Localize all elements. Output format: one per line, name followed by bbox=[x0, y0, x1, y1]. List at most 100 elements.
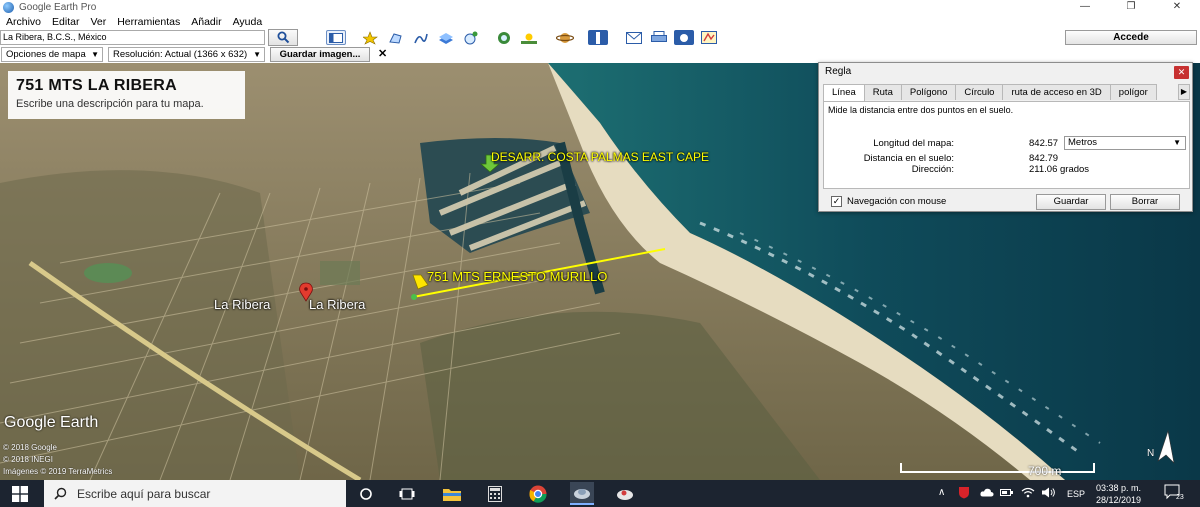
close-ruler-button[interactable]: ✕ bbox=[1174, 66, 1189, 79]
taskbar-search-box[interactable]: Escribe aquí para buscar bbox=[44, 480, 346, 507]
ruler-tabs: Línea Ruta Polígono Círculo ruta de acce… bbox=[823, 84, 1190, 101]
menu-bar: Archivo Editar Ver Herramientas Añadir A… bbox=[0, 14, 1200, 29]
chevron-down-icon: ▼ bbox=[253, 50, 261, 59]
ground-distance-value: 842.79 bbox=[1029, 153, 1059, 164]
tab-3d-polygon[interactable]: polígor bbox=[1109, 84, 1157, 100]
town-label[interactable]: La Ribera bbox=[214, 297, 270, 312]
menu-ayuda[interactable]: Ayuda bbox=[233, 16, 263, 28]
power-icon[interactable] bbox=[1000, 487, 1014, 500]
search-button[interactable] bbox=[268, 29, 298, 46]
ruler-icon[interactable] bbox=[588, 30, 608, 45]
options-bar: Opciones de mapa ▼ Resolución: Actual (1… bbox=[0, 46, 1200, 63]
copyright-credit: Imágenes © 2019 TerraMetrics bbox=[3, 467, 113, 476]
ruler-dialog: Regla ✕ Línea Ruta Polígono Círculo ruta… bbox=[818, 62, 1193, 212]
checkmark-icon[interactable]: ✓ bbox=[831, 196, 842, 207]
chrome-icon[interactable] bbox=[528, 484, 548, 503]
earth-app-icon[interactable] bbox=[615, 484, 635, 503]
map-options-label: Opciones de mapa bbox=[6, 49, 86, 60]
unit-dropdown[interactable]: Metros ▼ bbox=[1064, 136, 1186, 150]
add-path-icon[interactable] bbox=[411, 30, 431, 45]
planets-icon[interactable] bbox=[555, 30, 575, 45]
ruler-line-panel: Mide la distancia entre dos puntos en el… bbox=[823, 101, 1190, 189]
tab-circle[interactable]: Círculo bbox=[955, 84, 1004, 100]
sidebar-toggle-icon[interactable] bbox=[326, 30, 346, 45]
toolbar: La Ribera, B.C.S., México Accede bbox=[0, 29, 1200, 46]
tab-line[interactable]: Línea bbox=[823, 84, 865, 101]
file-explorer-icon[interactable] bbox=[442, 484, 462, 503]
map-title-panel: 751 MTS LA RIBERA Escribe una descripció… bbox=[8, 71, 245, 119]
mouse-navigation-label: Navegación con mouse bbox=[847, 196, 947, 207]
search-input[interactable]: La Ribera, B.C.S., México bbox=[0, 30, 265, 45]
menu-editar[interactable]: Editar bbox=[52, 16, 79, 28]
title-bar: Google Earth Pro — ❐ ✕ bbox=[0, 0, 1200, 14]
map-options-dropdown[interactable]: Opciones de mapa ▼ bbox=[1, 47, 103, 62]
cortana-icon[interactable] bbox=[356, 484, 376, 503]
mouse-navigation-checkbox[interactable]: ✓ Navegación con mouse bbox=[831, 196, 946, 207]
google-earth-taskbar-icon[interactable] bbox=[570, 482, 594, 505]
menu-anadir[interactable]: Añadir bbox=[191, 16, 221, 28]
chevron-up-icon[interactable]: ∧ bbox=[938, 487, 945, 498]
compass-label: N bbox=[1147, 448, 1155, 459]
placemark-label-ernesto-murillo[interactable]: 751 MTS ERNESTO MURILLO bbox=[427, 269, 607, 284]
add-overlay-icon[interactable] bbox=[436, 30, 456, 45]
chevron-down-icon: ▼ bbox=[91, 50, 99, 59]
close-save-image-icon[interactable]: ✕ bbox=[378, 47, 387, 60]
menu-archivo[interactable]: Archivo bbox=[6, 16, 41, 28]
clock-date[interactable]: 28/12/2019 bbox=[1096, 495, 1141, 505]
add-placemark-icon[interactable] bbox=[361, 30, 381, 45]
map-description: Escribe una descripción para tu mapa. bbox=[16, 98, 204, 110]
resolution-label: Resolución: Actual (1366 x 632) bbox=[113, 49, 248, 60]
print-icon[interactable] bbox=[649, 30, 669, 45]
chevron-down-icon: ▼ bbox=[1173, 138, 1181, 147]
cloud-icon[interactable] bbox=[980, 488, 994, 499]
scale-bar: 700 m bbox=[900, 463, 1200, 480]
task-view-icon[interactable] bbox=[397, 484, 417, 503]
sunlight-icon[interactable] bbox=[519, 30, 539, 45]
save-image-icon[interactable] bbox=[674, 30, 694, 45]
tab-polygon[interactable]: Polígono bbox=[900, 84, 957, 100]
minimize-button[interactable]: — bbox=[1062, 0, 1108, 14]
save-image-button[interactable]: Guardar imagen... bbox=[270, 47, 370, 62]
close-window-button[interactable]: ✕ bbox=[1154, 0, 1200, 14]
record-tour-icon[interactable] bbox=[461, 30, 481, 45]
google-earth-logo: Google Earth bbox=[4, 414, 99, 431]
view-in-maps-icon[interactable] bbox=[699, 30, 719, 45]
clock-time[interactable]: 03:38 p. m. bbox=[1096, 483, 1141, 493]
wifi-icon[interactable] bbox=[1021, 487, 1035, 500]
historical-imagery-icon[interactable] bbox=[494, 30, 514, 45]
map-title: 751 MTS LA RIBERA bbox=[16, 77, 177, 94]
email-icon[interactable] bbox=[624, 30, 644, 45]
sign-in-button[interactable]: Accede bbox=[1065, 30, 1197, 45]
calculator-icon[interactable] bbox=[485, 484, 505, 503]
volume-icon[interactable] bbox=[1042, 487, 1056, 500]
resolution-dropdown[interactable]: Resolución: Actual (1366 x 632) ▼ bbox=[108, 47, 265, 62]
tab-3d-path[interactable]: ruta de acceso en 3D bbox=[1002, 84, 1111, 100]
add-polygon-icon[interactable] bbox=[386, 30, 406, 45]
town-label[interactable]: La Ribera bbox=[309, 297, 365, 312]
menu-ver[interactable]: Ver bbox=[90, 16, 106, 28]
menu-herramientas[interactable]: Herramientas bbox=[117, 16, 180, 28]
taskbar-search-placeholder: Escribe aquí para buscar bbox=[77, 486, 211, 501]
windows-start-icon[interactable] bbox=[12, 486, 28, 502]
language-indicator[interactable]: ESP bbox=[1067, 489, 1085, 499]
save-measurement-button[interactable]: Guardar bbox=[1036, 194, 1106, 210]
clear-measurement-button[interactable]: Borrar bbox=[1110, 194, 1180, 210]
antivirus-icon[interactable] bbox=[958, 486, 970, 501]
tab-scroll-right-icon[interactable]: ▶ bbox=[1178, 84, 1190, 100]
notifications-count: 23 bbox=[1176, 494, 1184, 501]
google-earth-icon bbox=[3, 1, 14, 13]
ruler-dialog-title: Regla bbox=[825, 66, 852, 77]
window-controls: — ❐ ✕ bbox=[1062, 0, 1200, 14]
tab-path[interactable]: Ruta bbox=[863, 84, 902, 100]
copyright-credit: © 2018 INEGI bbox=[3, 455, 53, 464]
heading-label: Dirección: bbox=[911, 164, 954, 175]
search-icon bbox=[54, 487, 67, 500]
unit-value: Metros bbox=[1068, 137, 1098, 148]
scale-bar-line bbox=[900, 463, 1095, 473]
heading-value: 211.06 grados bbox=[1029, 164, 1090, 175]
scale-label: 700 m bbox=[1028, 464, 1062, 478]
map-length-label: Longitud del mapa: bbox=[873, 138, 954, 149]
placemark-label-costa-palmas[interactable]: DESARR. COSTA PALMAS EAST CAPE bbox=[491, 150, 709, 164]
search-icon bbox=[277, 31, 289, 44]
restore-button[interactable]: ❐ bbox=[1108, 0, 1154, 14]
